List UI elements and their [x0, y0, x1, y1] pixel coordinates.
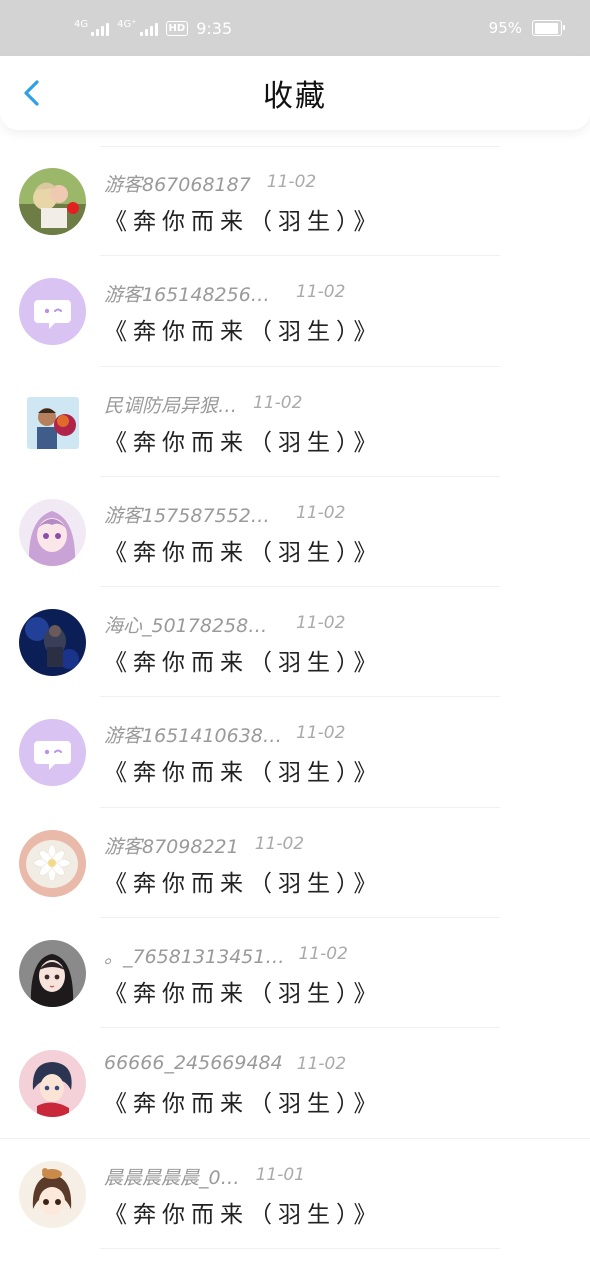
favorite-date: 11-02	[266, 172, 317, 192]
username: 晨晨晨晨晨_0…	[104, 1166, 240, 1189]
username: 游客1651410638…	[104, 725, 282, 748]
work-title: 《奔你而来（羽生）》	[104, 1201, 383, 1228]
item-meta: 游客867068187 11-02	[104, 170, 404, 198]
battery-percent: 95%	[488, 19, 522, 37]
status-left: 4G 4G⁺ HD 9:35	[74, 19, 232, 38]
favorite-item[interactable]: 晨晨晨晨晨_0… 11-01 《奔你而来（羽生）》	[0, 1139, 590, 1250]
page-title: 收藏	[263, 79, 327, 114]
username: 游客157587552…	[104, 504, 270, 527]
app-header: 收藏	[0, 56, 590, 130]
work-title: 《奔你而来（羽生）》	[104, 1091, 383, 1118]
work-title: 《奔你而来（羽生）》	[104, 209, 383, 235]
avatar[interactable]	[27, 396, 79, 449]
username: 游客165148256…	[104, 284, 270, 307]
favorite-date: 11-02	[296, 613, 346, 634]
favorite-date: 11-02	[296, 1054, 347, 1075]
work-title: 《奔你而来（羽生）》	[104, 650, 383, 677]
status-right: 95%	[488, 19, 565, 37]
avatar[interactable]	[19, 168, 86, 235]
item-meta: 。_76581313451… 11-02	[104, 942, 404, 970]
favorite-item[interactable]: 66666_245669484 11-02 《奔你而来（羽生）》	[0, 1028, 590, 1139]
favorite-item[interactable]: 海心_50178258… 11-02 《奔你而来（羽生）》	[0, 587, 590, 698]
item-meta: 海心_50178258… 11-02	[104, 611, 404, 639]
favorites-list: 游客867068187 11-02 《奔你而来（羽生）》 游客165148256… 11…	[0, 146, 590, 1250]
work-title: 《奔你而来（羽生）》	[104, 539, 383, 566]
battery-fill	[534, 22, 559, 34]
favorite-date: 11-02	[298, 944, 348, 965]
item-meta: 晨晨晨晨晨_0… 11-01	[104, 1163, 404, 1191]
work-title: 《奔你而来（羽生）》	[104, 870, 383, 897]
favorite-date: 11-02	[254, 833, 305, 854]
favorite-item[interactable]: 游客1651410638… 11-02 《奔你而来（羽生）》	[0, 697, 590, 809]
username: 海心_50178258…	[104, 615, 268, 638]
favorite-item[interactable]: 游客87098221 11-02 《奔你而来（羽生）》	[0, 808, 590, 919]
favorite-date: 11-02	[296, 282, 346, 303]
status-time: 9:35	[196, 18, 233, 38]
status-bar: 4G 4G⁺ HD 9:35 95%	[0, 0, 590, 56]
avatar[interactable]	[19, 829, 86, 897]
avatar[interactable]	[19, 609, 86, 677]
avatar[interactable]	[19, 1050, 86, 1118]
username: 民调防局异狠…	[104, 394, 238, 417]
item-meta: 游客87098221 11-02	[104, 832, 404, 860]
favorite-item[interactable]: 。_76581313451… 11-02 《奔你而来（羽生）》	[0, 918, 590, 1029]
item-meta: 游客165148256… 11-02	[104, 280, 404, 308]
avatar[interactable]	[19, 1160, 86, 1228]
work-title: 《奔你而来（羽生）》	[104, 429, 383, 456]
favorite-date: 11-02	[296, 502, 346, 523]
work-title: 《奔你而来（羽生）》	[104, 319, 383, 346]
avatar[interactable]	[19, 940, 86, 1008]
favorite-item[interactable]: 民调防局异狠… 11-02 《奔你而来（羽生）》	[0, 367, 590, 478]
work-title: 《奔你而来（羽生）》	[104, 981, 383, 1008]
item-meta: 游客157587552… 11-02	[104, 501, 404, 529]
item-meta: 66666_245669484 11-02	[104, 1052, 404, 1080]
item-meta: 民调防局异狠… 11-02	[104, 391, 404, 419]
favorite-item[interactable]: 游客867068187 11-02 《奔你而来（羽生）》	[0, 146, 590, 257]
username: 游客87098221	[104, 835, 239, 858]
avatar[interactable]	[19, 498, 86, 566]
network-type-1: 4G	[74, 19, 89, 30]
back-button[interactable]	[18, 76, 48, 110]
avatar[interactable]	[19, 278, 86, 346]
username: 游客867068187	[104, 174, 251, 196]
signal-icon-1: 4G	[74, 19, 110, 36]
hd-voice-icon: HD	[165, 20, 189, 36]
chevron-left-icon	[24, 80, 39, 106]
work-title: 《奔你而来（羽生）》	[104, 760, 383, 787]
favorite-date: 11-02	[253, 392, 303, 413]
signal-icon-2: 4G⁺	[117, 19, 158, 36]
network-type-2: 4G⁺	[117, 19, 137, 30]
username: 66666_245669484	[104, 1052, 283, 1075]
favorite-date: 11-02	[296, 723, 346, 744]
item-meta: 游客1651410638… 11-02	[104, 721, 404, 749]
favorite-item[interactable]: 游客165148256… 11-02 《奔你而来（羽生）》	[0, 256, 590, 367]
avatar[interactable]	[19, 719, 86, 787]
favorite-date: 11-01	[255, 1164, 305, 1185]
username: 。_76581313451…	[104, 946, 285, 969]
battery-icon	[532, 20, 565, 36]
favorite-item[interactable]: 游客157587552… 11-02 《奔你而来（羽生）》	[0, 477, 590, 588]
